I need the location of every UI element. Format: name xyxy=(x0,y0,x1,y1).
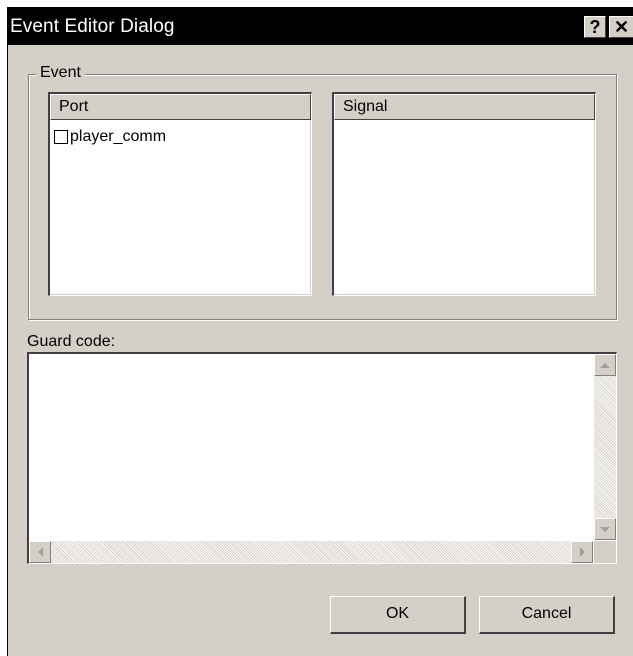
window-title: Event Editor Dialog xyxy=(10,16,175,37)
signal-header-label: Signal xyxy=(343,98,388,115)
scroll-up-button[interactable] xyxy=(594,354,616,376)
scroll-down-icon xyxy=(600,526,610,532)
scroll-left-icon xyxy=(37,547,43,557)
desktop-edge xyxy=(0,0,7,656)
ok-button[interactable]: OK xyxy=(330,596,466,634)
guard-code-textarea[interactable] xyxy=(27,352,617,564)
close-button[interactable]: ✕ xyxy=(609,16,633,38)
checkbox-icon[interactable] xyxy=(54,130,68,144)
list-item[interactable]: player_comm xyxy=(54,128,166,146)
port-list[interactable]: Port player_comm xyxy=(48,92,312,296)
port-header-label: Port xyxy=(59,98,89,115)
scroll-up-icon xyxy=(600,362,610,368)
title-bar[interactable]: Event Editor Dialog ? ✕ xyxy=(8,7,633,45)
help-button[interactable]: ? xyxy=(584,16,606,38)
cancel-button[interactable]: Cancel xyxy=(479,596,615,634)
port-column-header[interactable]: Port xyxy=(50,94,311,120)
scroll-down-button[interactable] xyxy=(594,518,616,540)
help-icon: ? xyxy=(589,17,601,37)
event-group-label: Event xyxy=(36,64,85,82)
port-item-label: player_comm xyxy=(70,128,167,145)
scroll-left-button[interactable] xyxy=(29,541,51,563)
scroll-right-button[interactable] xyxy=(571,541,593,563)
horizontal-scrollbar[interactable] xyxy=(29,541,593,563)
scroll-right-icon xyxy=(579,547,585,557)
signal-list[interactable]: Signal xyxy=(332,92,596,296)
scrollbar-corner xyxy=(594,541,616,563)
close-icon: ✕ xyxy=(613,17,630,37)
guard-code-label: Guard code: xyxy=(27,333,116,350)
signal-column-header[interactable]: Signal xyxy=(334,94,595,120)
vertical-scrollbar[interactable] xyxy=(594,354,616,540)
